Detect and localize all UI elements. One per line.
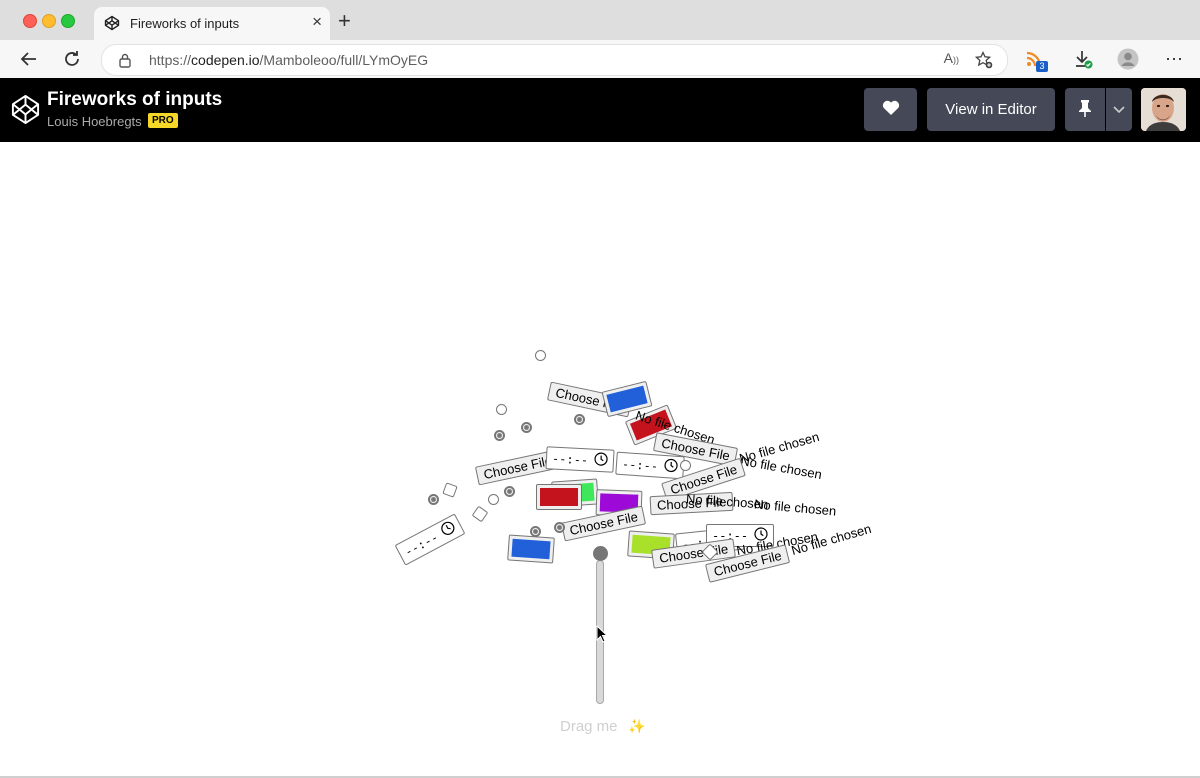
pen-title: Fireworks of inputs [47, 89, 223, 110]
mouse-cursor-icon [596, 624, 609, 648]
close-window-button[interactable] [23, 14, 37, 28]
feeds-badge: 3 [1036, 61, 1048, 72]
pin-icon [1078, 99, 1092, 121]
sparkles-emoji: ✨ [628, 718, 646, 734]
browser-window: Fireworks of inputs × + https://codepen.… [0, 0, 1200, 778]
url-prefix: https:// [149, 52, 192, 68]
radio-input[interactable] [496, 404, 507, 415]
radio-input[interactable] [428, 494, 439, 505]
range-slider-thumb[interactable] [593, 546, 608, 561]
downloads-icon[interactable] [1071, 47, 1095, 71]
like-button[interactable] [864, 88, 917, 131]
time-value: --:-- [621, 456, 659, 474]
color-input[interactable] [536, 484, 582, 510]
color-swatch [540, 488, 578, 506]
read-aloud-label: A [943, 50, 953, 66]
tab-title: Fireworks of inputs [130, 16, 240, 31]
profile-icon[interactable] [1116, 47, 1140, 71]
radio-input[interactable] [488, 494, 499, 505]
radio-input[interactable] [521, 422, 532, 433]
time-input[interactable]: --:-- [545, 446, 615, 473]
time-value: --:-- [551, 451, 589, 467]
time-input[interactable]: --:-- [615, 451, 685, 480]
reload-icon[interactable] [60, 47, 84, 71]
url-text[interactable]: https://codepen.io/Mamboleoo/full/LYmOyE… [149, 52, 428, 68]
pro-badge: PRO [148, 113, 178, 128]
color-swatch [511, 538, 551, 560]
close-tab-icon[interactable]: × [312, 12, 322, 32]
url-path: /Mamboleoo/full/LYmOyEG [259, 52, 429, 68]
radio-input[interactable] [494, 430, 505, 441]
radio-input[interactable] [574, 414, 585, 425]
view-in-editor-button[interactable]: View in Editor [927, 88, 1055, 131]
codepen-icon [104, 15, 120, 31]
codepen-logo-icon[interactable] [10, 94, 41, 130]
chevron-down-icon [1113, 101, 1125, 118]
back-arrow-icon[interactable] [17, 47, 41, 71]
pin-dropdown-button[interactable] [1106, 88, 1132, 131]
color-input[interactable] [507, 534, 555, 564]
drag-me-label: Drag me [560, 718, 618, 735]
browser-tab[interactable]: Fireworks of inputs × [94, 7, 330, 40]
radio-input[interactable] [530, 526, 541, 537]
clock-icon [594, 452, 609, 470]
radio-input[interactable] [535, 350, 546, 361]
clock-icon [663, 458, 678, 476]
minimize-window-button[interactable] [42, 14, 56, 28]
heart-icon [882, 100, 900, 120]
pin-button[interactable] [1065, 88, 1105, 131]
address-bar[interactable]: https://codepen.io/Mamboleoo/full/LYmOyE… [101, 44, 1008, 76]
avatar[interactable] [1141, 88, 1186, 131]
lock-icon[interactable] [118, 52, 132, 73]
clock-icon [438, 519, 458, 541]
radio-input[interactable] [504, 486, 515, 497]
url-domain: codepen.io [191, 52, 260, 68]
maximize-window-button[interactable] [61, 14, 75, 28]
new-tab-icon[interactable]: + [338, 8, 351, 34]
radio-input[interactable] [554, 522, 565, 533]
pen-author[interactable]: Louis Hoebregts [47, 114, 142, 129]
radio-input[interactable] [680, 460, 691, 471]
browser-toolbar: https://codepen.io/Mamboleoo/full/LYmOyE… [0, 40, 1200, 79]
read-aloud-icon[interactable]: A)) [944, 50, 959, 66]
tab-strip: Fireworks of inputs × + [0, 0, 1200, 40]
more-options-icon[interactable]: ⋯ [1162, 47, 1186, 71]
add-favorite-icon[interactable] [974, 50, 994, 75]
